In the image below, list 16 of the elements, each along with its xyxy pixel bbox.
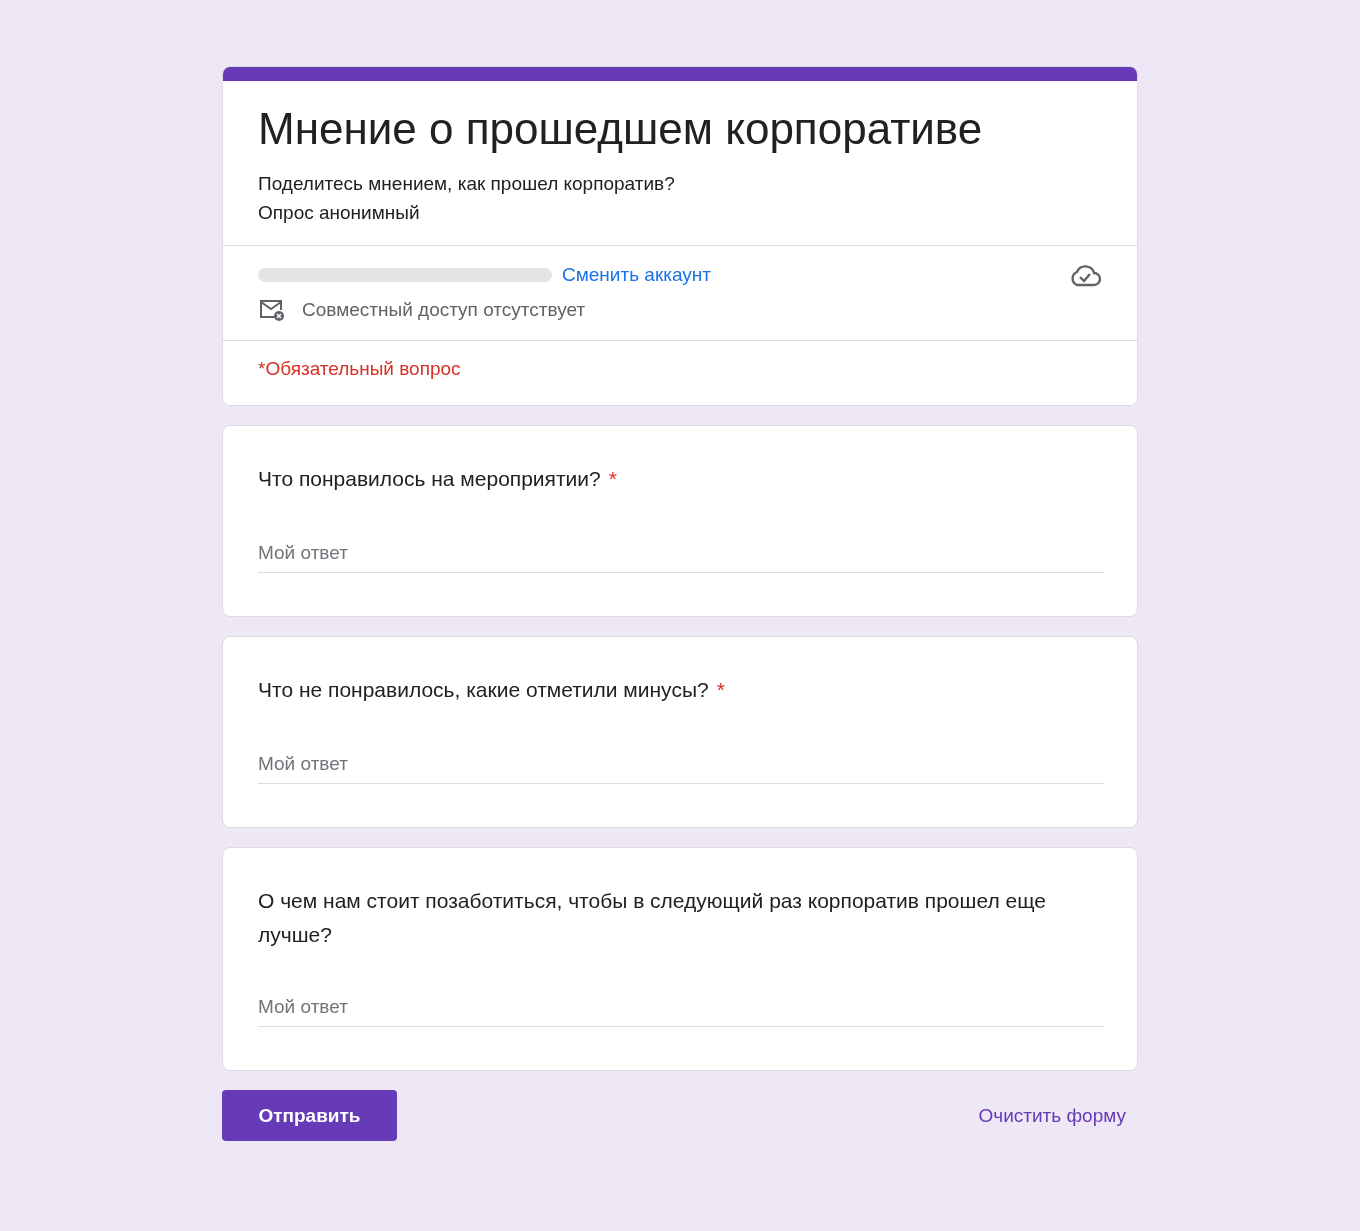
clear-form-button[interactable]: Очистить форму <box>966 1096 1138 1135</box>
sharing-status: Совместный доступ отсутствует <box>302 299 586 321</box>
question-text: Что понравилось на мероприятии? * <box>258 466 618 492</box>
switch-account-link[interactable]: Сменить аккаунт <box>562 264 711 286</box>
answer-field[interactable]: Мой ответ <box>258 996 1104 1027</box>
mail-blocked-icon <box>258 298 286 322</box>
answer-field[interactable]: Мой ответ <box>258 542 1104 573</box>
submit-button[interactable]: Отправить <box>222 1090 397 1141</box>
question-text: Что не понравилось, какие отметили минусы? * <box>258 677 726 703</box>
form-description: Опрос анонимный <box>258 201 421 225</box>
form-title: Мнение о прошедшем корпоративе <box>258 103 984 155</box>
question-text: О чем нам стоит позаботиться, чтобы в следующий раз корпоратив прошел еще лучше? <box>258 888 1047 948</box>
form-description: Поделитесь мнением, как прошел корпоратив? <box>258 172 676 196</box>
required-notice: *Обязательный вопрос <box>258 358 462 380</box>
cloud-check-icon <box>1068 262 1102 288</box>
answer-field[interactable]: Мой ответ <box>258 753 1104 784</box>
